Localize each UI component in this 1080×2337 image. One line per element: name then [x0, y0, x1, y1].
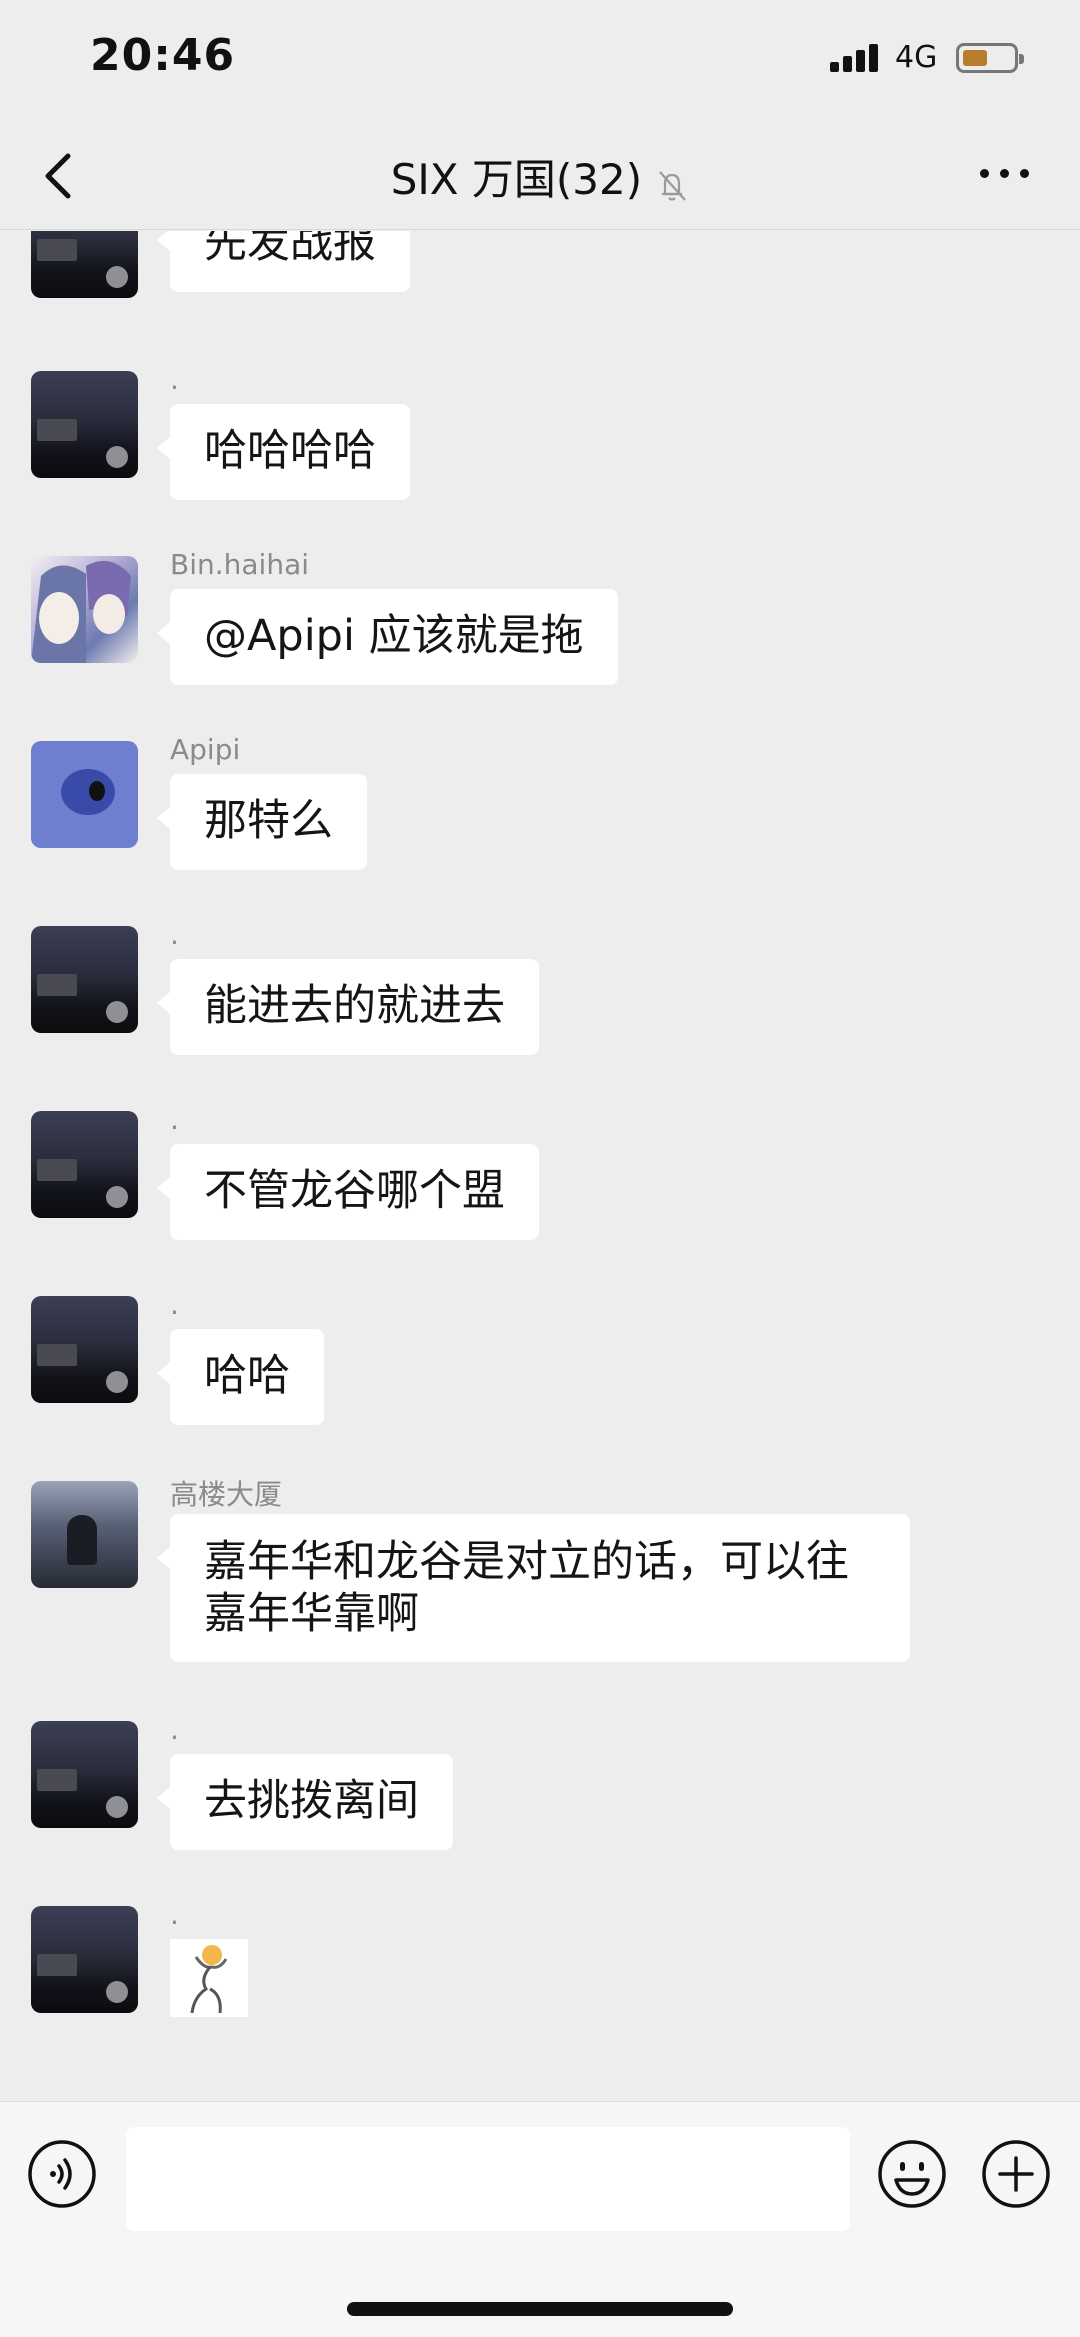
sender-name: . — [170, 363, 179, 396]
anime-couple-icon — [31, 560, 131, 663]
avatar[interactable] — [31, 926, 138, 1033]
sender-name: 高楼大厦 — [170, 1478, 283, 1511]
message-bubble[interactable]: 去挑拨离间 — [157, 1754, 453, 1850]
avatar[interactable] — [31, 371, 138, 478]
message-bubble[interactable]: 嘉年华和龙谷是对立的话，可以往嘉年华靠啊 — [157, 1514, 910, 1662]
status-time: 20:46 — [90, 30, 236, 81]
avatar[interactable] — [31, 1906, 138, 2013]
message-bubble[interactable]: 先发战报 — [157, 231, 410, 292]
avatar[interactable] — [31, 1296, 138, 1403]
home-indicator[interactable] — [347, 2302, 733, 2316]
avatar[interactable] — [31, 556, 138, 663]
battery-icon — [956, 43, 1024, 73]
sender-name: . — [170, 918, 179, 951]
sender-name: . — [170, 1713, 179, 1746]
message-bubble[interactable]: 能进去的就进去 — [157, 959, 539, 1055]
sender-name: . — [170, 1288, 179, 1321]
avatar[interactable] — [31, 1111, 138, 1218]
chat-title: SIX 万国(32) — [390, 155, 643, 204]
message-bubble[interactable]: @Apipi 应该就是拖 — [157, 589, 618, 685]
dancing-figure-sticker[interactable] — [170, 1939, 248, 2017]
avatar[interactable] — [31, 231, 138, 298]
status-bar: 20:46 4G — [0, 0, 1080, 120]
message-bubble[interactable]: 那特么 — [157, 774, 367, 870]
plus-icon[interactable] — [980, 2138, 1052, 2210]
avatar[interactable] — [31, 1721, 138, 1828]
bell-muted-icon — [659, 170, 687, 201]
sender-name: Apipi — [170, 733, 241, 766]
sticker-figure-icon — [190, 1945, 228, 2014]
sender-name: . — [170, 1103, 179, 1136]
message-bubble[interactable]: 哈哈 — [157, 1329, 324, 1425]
emoji-icon[interactable] — [876, 2138, 948, 2210]
chat-screen: 20:46 4G SIX 万国(32) 先发战报 . 哈哈哈哈 Bin.haih… — [0, 0, 1080, 2337]
message-bubble[interactable]: 不管龙谷哪个盟 — [157, 1144, 539, 1240]
nav-title-wrap: SIX 万国(32) — [0, 146, 1080, 208]
signal-icon — [830, 42, 880, 72]
sender-name: . — [170, 1898, 179, 1931]
more-dots-icon[interactable] — [980, 166, 1032, 182]
sender-name: Bin.haihai — [170, 548, 310, 581]
message-input[interactable] — [126, 2127, 850, 2231]
network-label: 4G — [895, 40, 938, 75]
avatar[interactable] — [31, 741, 138, 848]
voice-icon[interactable] — [26, 2138, 98, 2210]
avatar[interactable] — [31, 1481, 138, 1588]
nav-bar: SIX 万国(32) — [0, 120, 1080, 230]
message-bubble[interactable]: 哈哈哈哈 — [157, 404, 410, 500]
message-list[interactable]: 先发战报 . 哈哈哈哈 Bin.haihai @Apipi 应该就是拖 Apip… — [0, 231, 1080, 2101]
